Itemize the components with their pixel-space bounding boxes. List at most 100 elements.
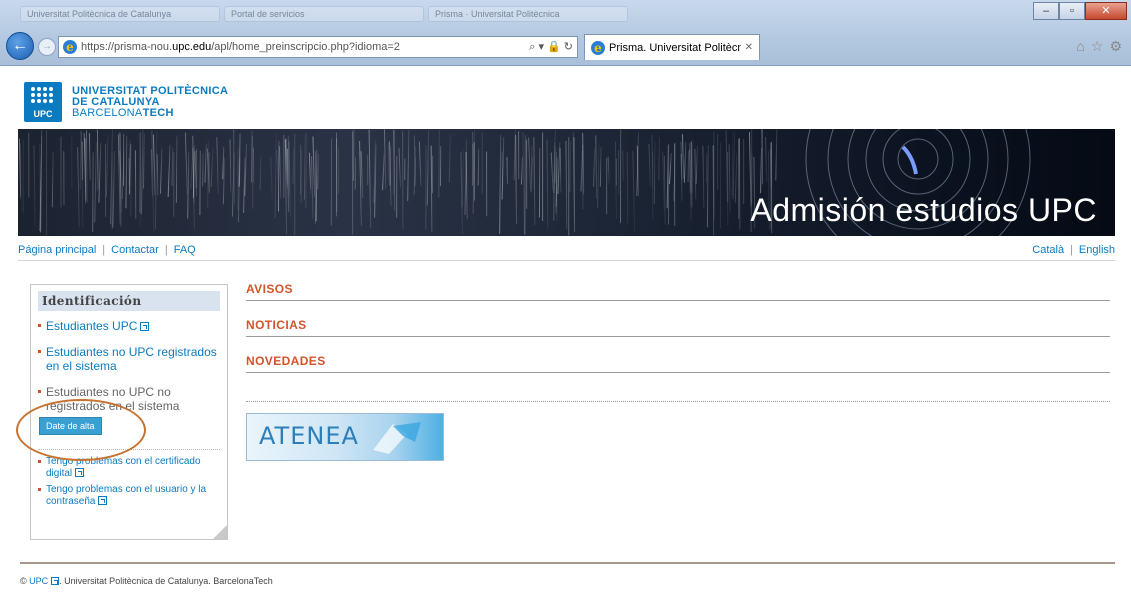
address-tools-icons[interactable]: ⌕ ▾ 🔒 ↻ — [529, 40, 577, 54]
star-trail — [553, 142, 556, 221]
maximize-button[interactable]: ▫ — [1059, 2, 1085, 20]
star-trail — [418, 141, 422, 186]
address-url[interactable]: https://prisma-nou.upc.edu/apl/home_prei… — [81, 41, 400, 53]
url-prefix: https://prisma-nou. — [81, 41, 173, 53]
sign-up-button[interactable]: Date de alta — [39, 417, 102, 435]
section-novedades[interactable]: NOVEDADES — [246, 354, 1110, 368]
star-trail — [229, 139, 232, 193]
star-trail — [125, 136, 128, 209]
browser-chrome: Universitat Politècnica de Catalunya Por… — [0, 0, 1131, 66]
footer-divider — [20, 562, 1115, 564]
star-trail — [580, 151, 583, 192]
minimize-button[interactable]: ‒ — [1033, 2, 1059, 20]
star-trail — [533, 137, 536, 225]
background-tab[interactable]: Prisma · Universitat Politècnica — [428, 6, 628, 22]
close-window-button[interactable]: ✕ — [1085, 2, 1127, 20]
nav-divider — [18, 260, 1115, 261]
star-trail — [461, 148, 465, 208]
navigation-row: ← → e https://prisma-nou.upc.edu/apl/hom… — [6, 30, 1126, 62]
nav-home-link[interactable]: Página principal — [18, 244, 96, 256]
star-trail — [84, 138, 87, 204]
star-trail — [312, 136, 316, 197]
star-trail — [477, 148, 480, 186]
tab-close-icon[interactable]: ✕ — [745, 42, 753, 53]
address-bar[interactable]: e https://prisma-nou.upc.edu/apl/home_pr… — [58, 36, 578, 58]
star-trail — [154, 130, 158, 230]
star-trail — [530, 145, 533, 193]
star-trail — [315, 149, 318, 222]
star-trail — [550, 152, 554, 191]
section-avisos[interactable]: AVISOS — [246, 282, 1110, 296]
star-trail — [607, 156, 610, 184]
star-trail — [681, 133, 685, 180]
star-trail — [524, 135, 526, 235]
star-trail — [216, 137, 219, 194]
star-trail — [252, 147, 255, 183]
star-trail — [728, 144, 731, 213]
sidebar-divider — [38, 449, 220, 450]
favorites-star-icon[interactable]: ☆ — [1091, 38, 1104, 55]
star-trail — [501, 151, 504, 189]
lang-english-link[interactable]: English — [1079, 244, 1115, 256]
gear-icon[interactable]: ⚙ — [1109, 38, 1122, 55]
star-trail — [499, 134, 502, 234]
star-trail — [152, 134, 156, 195]
star-trail — [520, 156, 524, 185]
background-tab[interactable]: Portal de servicios — [224, 6, 424, 22]
upc-logo[interactable]: UPC — [24, 82, 62, 122]
star-trail — [538, 147, 541, 218]
star-trail — [546, 139, 549, 230]
star-trail — [383, 129, 387, 189]
active-tab-title: Prisma. Universitat Politècn... — [609, 41, 741, 54]
ie-page-icon: e — [63, 40, 77, 54]
star-trail — [159, 148, 163, 194]
star-trail — [143, 133, 145, 189]
password-help-link[interactable]: Tengo problemas con el usuario y la cont… — [38, 484, 220, 508]
star-trail — [204, 143, 207, 183]
forward-button[interactable]: → — [38, 38, 56, 56]
section-noticias[interactable]: NOTICIAS — [246, 318, 1110, 332]
star-trail — [448, 134, 451, 183]
star-trail — [210, 147, 214, 188]
resize-corner — [213, 525, 227, 539]
nav-faq-link[interactable]: FAQ — [174, 244, 196, 256]
star-trail — [190, 153, 194, 189]
registered-students-link[interactable]: Estudiantes no UPC registrados en el sis… — [38, 345, 220, 373]
logo-text: UPC — [33, 109, 53, 119]
star-trail — [706, 145, 709, 228]
footer-upc-link[interactable]: UPC — [29, 576, 48, 586]
star-trail — [259, 156, 262, 191]
logo-dots — [31, 87, 55, 103]
star-trail — [438, 129, 440, 198]
identification-title: Identificación — [38, 291, 220, 311]
active-tab[interactable]: e Prisma. Universitat Politècn... ✕ — [584, 34, 760, 60]
university-name[interactable]: UNIVERSITAT POLITÈCNICA DE CATALUNYA BAR… — [72, 85, 228, 119]
identification-panel: Identificación Estudiantes UPC Estudiant… — [30, 284, 228, 540]
nav-contact-link[interactable]: Contactar — [111, 244, 159, 256]
background-tab[interactable]: Universitat Politècnica de Catalunya — [20, 6, 220, 22]
star-trail — [632, 151, 636, 232]
star-trail — [775, 129, 778, 181]
browser-toolbar-icons: ⌂ ☆ ⚙ — [1076, 38, 1122, 55]
star-trail — [666, 144, 669, 209]
star-trail — [515, 134, 518, 224]
star-trail — [626, 151, 629, 225]
section-divider — [246, 336, 1110, 337]
certificate-help-link[interactable]: Tengo problemas con el certificado digit… — [38, 456, 220, 480]
star-trail — [559, 147, 562, 193]
back-button[interactable]: ← — [6, 32, 34, 60]
upc-students-link[interactable]: Estudiantes UPC — [38, 319, 220, 333]
external-link-icon — [98, 496, 108, 505]
external-link-icon — [140, 322, 150, 331]
atenea-logo-text: ATENEA — [259, 422, 359, 450]
star-trail — [233, 129, 236, 205]
atenea-banner-link[interactable]: ATENEA — [246, 413, 444, 461]
star-trail — [465, 151, 468, 220]
lang-catala-link[interactable]: Català — [1032, 244, 1064, 256]
star-trail — [557, 142, 561, 194]
external-link-icon — [51, 577, 60, 585]
home-icon[interactable]: ⌂ — [1076, 38, 1084, 55]
star-trail — [663, 155, 666, 225]
url-domain: upc.edu — [172, 41, 212, 53]
star-trail — [668, 153, 672, 185]
